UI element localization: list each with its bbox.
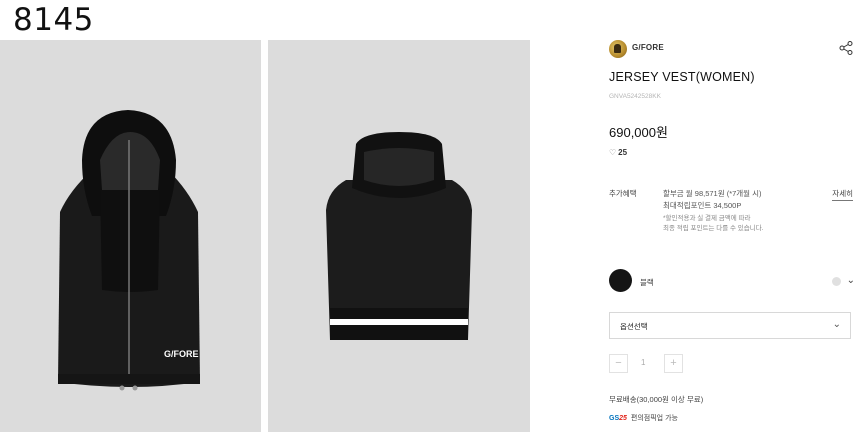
benefit-detail-link[interactable]: 자세히 bbox=[832, 188, 853, 201]
installment-text: 할부금 월 98,571원 (*7개월 시) bbox=[663, 189, 762, 198]
product-image-front[interactable]: G/FORE bbox=[0, 40, 261, 432]
like-count: 25 bbox=[618, 148, 628, 157]
benefit-details: 할부금 월 98,571원 (*7개월 시) 최대적립포인트 34,500P bbox=[663, 188, 762, 212]
product-code: GNVA5242528KK bbox=[609, 93, 661, 100]
brand-name[interactable]: G/FORE bbox=[632, 43, 664, 52]
benefit-label: 추가혜택 bbox=[609, 189, 637, 198]
benefit-notes: *할인적용과 실 결제 금액에 따라 최종 적립 포인트는 다를 수 있습니다. bbox=[663, 214, 764, 233]
image-corner-code: 8145 bbox=[13, 2, 94, 38]
quantity-increase-button[interactable]: + bbox=[664, 354, 683, 373]
option-select-label: 옵션선택 bbox=[620, 322, 648, 331]
gs25-logo-icon: GS25 bbox=[609, 415, 627, 422]
brand-logo-icon[interactable] bbox=[609, 40, 627, 58]
product-title: JERSEY VEST(WOMEN) bbox=[609, 70, 755, 84]
points-text: 최대적립포인트 34,500P bbox=[663, 201, 742, 210]
heart-icon: ♡ bbox=[609, 148, 617, 157]
vest-print-text: G/FORE bbox=[164, 349, 199, 359]
shipping-info: 무료배송(30,000원 이상 무료) bbox=[609, 395, 704, 404]
product-price: 690,000원 bbox=[609, 125, 668, 140]
color-swatch-black[interactable] bbox=[609, 269, 632, 292]
chevron-down-icon: ⌄ bbox=[832, 319, 841, 330]
color-name: 블랙 bbox=[640, 278, 654, 287]
chevron-down-icon[interactable]: ⌄ bbox=[847, 275, 855, 286]
benefit-note-line: 최종 적립 포인트는 다를 수 있습니다. bbox=[663, 224, 764, 232]
product-image-back[interactable] bbox=[268, 40, 530, 432]
option-select[interactable]: 옵션선택 ⌄ bbox=[609, 312, 851, 339]
gs25-pickup-info: GS25 편의점픽업 가능 bbox=[609, 413, 678, 423]
like-count-button[interactable]: ♡ 25 bbox=[609, 148, 627, 157]
color-selected-dot bbox=[832, 277, 841, 286]
quantity-decrease-button[interactable]: − bbox=[609, 354, 628, 373]
share-icon[interactable] bbox=[839, 41, 853, 55]
brand-row: G/FORE bbox=[609, 40, 855, 58]
quantity-stepper: − 1 + bbox=[609, 354, 689, 375]
quantity-value: 1 bbox=[641, 358, 646, 367]
gs25-pickup-text: 편의점픽업 가능 bbox=[630, 415, 678, 422]
benefit-note-line: *할인적용과 실 결제 금액에 따라 bbox=[663, 215, 751, 222]
